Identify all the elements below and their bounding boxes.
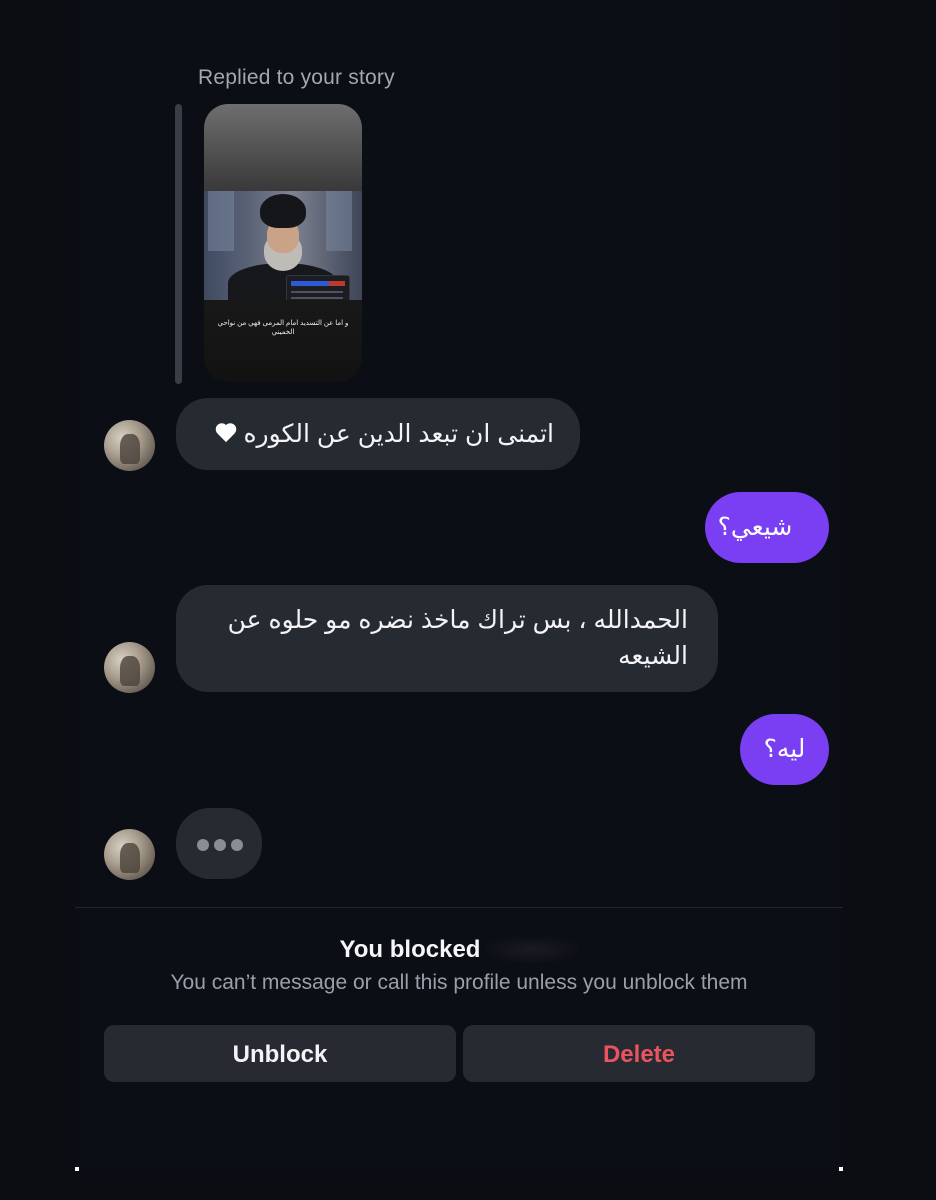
typing-indicator	[176, 808, 262, 879]
typing-dot	[214, 839, 226, 851]
message-text: الحمدالله ، بس تراك ماخذ نضره مو حلوه عن…	[227, 606, 688, 670]
reply-indicator-bar	[175, 104, 182, 384]
story-caption: و اما عن التسديد امام المرمى فهي من نواح…	[217, 320, 349, 336]
typing-dot	[231, 839, 243, 851]
divider	[75, 907, 843, 908]
blocked-notice-title: You blocked	[75, 936, 843, 964]
unblock-button[interactable]: Unblock	[104, 1025, 456, 1082]
incoming-message[interactable]: الحمدالله ، بس تراك ماخذ نضره مو حلوه عن…	[176, 585, 718, 692]
blocked-notice-subtitle: You can’t message or call this profile u…	[170, 971, 748, 994]
story-photo	[204, 191, 362, 300]
redacted-username	[486, 937, 579, 963]
outgoing-message[interactable]: شيعي؟	[705, 492, 829, 563]
blocked-title-text: You blocked	[339, 936, 481, 963]
message-text: شيعي؟	[717, 513, 793, 541]
contact-avatar[interactable]	[104, 642, 155, 693]
incoming-message[interactable]: اتمنى ان تبعد الدين عن الكوره	[176, 398, 580, 470]
corner-mark	[839, 1167, 843, 1171]
story-thumbnail[interactable]: و اما عن التسديد امام المرمى فهي من نواح…	[204, 104, 362, 382]
replied-to-story-label: Replied to your story	[198, 66, 395, 89]
corner-mark	[75, 1167, 79, 1171]
message-text: اتمنى ان تبعد الدين عن الكوره	[243, 420, 554, 448]
typing-dot	[197, 839, 209, 851]
contact-avatar[interactable]	[104, 829, 155, 880]
outgoing-message[interactable]: ليه؟	[740, 714, 829, 785]
story-overlay-menu	[286, 275, 350, 300]
message-text: ليه؟	[763, 735, 806, 763]
delete-button[interactable]: Delete	[463, 1025, 815, 1082]
heart-icon	[215, 424, 237, 444]
contact-avatar[interactable]	[104, 420, 155, 471]
